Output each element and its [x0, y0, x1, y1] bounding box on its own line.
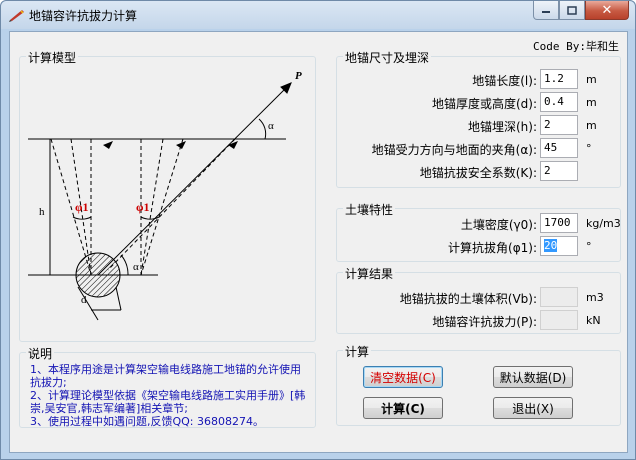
default-data-button[interactable]: 默认数据(D) — [493, 366, 573, 388]
thickness-label: 地锚厚度或高度(d): — [431, 97, 537, 111]
depth-unit: m — [586, 119, 597, 132]
author-label: Code By:毕和生 — [533, 40, 619, 53]
minimize-button[interactable] — [533, 1, 559, 20]
depth-row: 地锚埋深(h): 2 m — [337, 115, 622, 135]
soil-volume-row: 地锚抗拔的土壤体积(Vb): m3 — [337, 287, 622, 307]
allowable-force-row: 地锚容许抗拔力(P): kN — [337, 310, 622, 330]
soil-mark-3 — [228, 141, 238, 149]
anchor-diagram: P α h φ1 φ1 α d — [28, 70, 302, 321]
uplift-angle-input[interactable]: 20 — [540, 236, 578, 256]
notes-text: 1、本程序用途是计算架空输电线路施工地锚的允许使用抗拔力; 2、计算理论模型依据… — [30, 363, 310, 428]
pen-icon — [9, 10, 24, 22]
soil-mark-2 — [176, 141, 186, 149]
alpha-top-label: α — [268, 120, 274, 132]
exit-button[interactable]: 退出(X) — [493, 397, 573, 419]
title-bar[interactable]: 地锚容许抗拔力计算 ✕ — [1, 1, 635, 29]
angle-label: 地锚受力方向与地面的夹角(α): — [371, 143, 537, 157]
thickness-unit: m — [586, 96, 597, 109]
note-line-1: 1、本程序用途是计算架空输电线路施工地锚的允许使用抗拔力; — [30, 363, 301, 389]
depth-input[interactable]: 2 — [540, 115, 578, 135]
density-input[interactable]: 1700 — [540, 213, 578, 233]
depth-label: 地锚埋深(h): — [467, 120, 537, 134]
notes-group: 说明 1、本程序用途是计算架空输电线路施工地锚的允许使用抗拔力; 2、计算理论模… — [19, 345, 316, 428]
length-row: 地锚长度(l): 1.2 m — [337, 69, 622, 89]
soil-group: 土壤特性 土壤密度(γ0): 1700 kg/m3 计算抗拔角(φ1): 20 … — [336, 201, 622, 262]
window-controls: ✕ — [533, 1, 629, 21]
window-title: 地锚容许抗拔力计算 — [29, 9, 138, 23]
phi-left-label: φ1 — [75, 200, 89, 214]
notes-group-title: 说明 — [26, 345, 55, 362]
allowable-force-output — [540, 310, 578, 330]
alpha-bottom-label: α — [133, 261, 139, 273]
safety-factor-label: 地锚抗拔安全系数(K): — [419, 166, 537, 180]
calc-group-title: 计算 — [343, 343, 372, 360]
soil-volume-label: 地锚抗拔的土壤体积(Vb): — [399, 292, 537, 306]
d-label: d — [81, 294, 87, 306]
dimensions-group: 地锚尺寸及埋深 地锚长度(l): 1.2 m 地锚厚度或高度(d): 0.4 m… — [336, 49, 622, 188]
calc-group: 计算 清空数据(C) 默认数据(D) 计算(C) 退出(X) — [336, 343, 621, 426]
angle-unit: ° — [586, 142, 592, 155]
h-label: h — [39, 206, 45, 218]
thickness-row: 地锚厚度或高度(d): 0.4 m — [337, 92, 622, 112]
length-input[interactable]: 1.2 — [540, 69, 578, 89]
density-label: 土壤密度(γ0): — [460, 218, 537, 232]
force-label: P — [295, 70, 302, 82]
results-group: 计算结果 地锚抗拔的土壤体积(Vb): m3 地锚容许抗拔力(P): kN — [336, 265, 622, 334]
dimensions-group-title: 地锚尺寸及埋深 — [343, 49, 432, 66]
maximize-icon — [567, 5, 577, 15]
model-group-title: 计算模型 — [26, 49, 79, 66]
allowable-force-label: 地锚容许抗拔力(P): — [432, 315, 537, 329]
density-row: 土壤密度(γ0): 1700 kg/m3 — [337, 213, 622, 233]
safety-factor-row: 地锚抗拔安全系数(K): 2 — [337, 161, 622, 181]
phi-arc-left — [72, 216, 92, 220]
alpha-arc-bottom — [120, 254, 129, 276]
angle-row: 地锚受力方向与地面的夹角(α): 45 ° — [337, 138, 622, 158]
client-area: Code By:毕和生 计算模型 P α h φ1 φ1 α d 地锚尺寸及埋深… — [9, 31, 628, 453]
soil-volume-unit: m3 — [586, 291, 604, 304]
density-unit: kg/m3 — [586, 217, 621, 230]
uplift-angle-label: 计算抗拔角(φ1): — [448, 241, 537, 255]
anchor-circle — [75, 252, 121, 298]
uplift-angle-unit: ° — [586, 240, 592, 253]
maximize-button[interactable] — [559, 1, 585, 20]
allowable-force-unit: kN — [586, 314, 601, 327]
minimize-icon — [542, 11, 550, 13]
soil-mark-1 — [103, 141, 113, 149]
alpha-arc-top — [258, 118, 267, 140]
clear-data-button[interactable]: 清空数据(C) — [363, 366, 443, 388]
uplift-angle-value: 20 — [544, 239, 558, 252]
close-button[interactable]: ✕ — [585, 1, 629, 20]
phi-right-label: φ1 — [136, 200, 150, 214]
angle-input[interactable]: 45 — [540, 138, 578, 158]
slope-far-right — [107, 138, 236, 271]
close-icon: ✕ — [601, 2, 613, 18]
length-unit: m — [586, 73, 597, 86]
calculate-button[interactable]: 计算(C) — [363, 397, 443, 419]
length-label: 地锚长度(l): — [472, 74, 537, 88]
note-line-3: 3、使用过程中如遇问题,反馈QQ: 36808274。 — [30, 415, 265, 428]
soil-volume-output — [540, 287, 578, 307]
thickness-input[interactable]: 0.4 — [540, 92, 578, 112]
d-dim-b — [115, 286, 122, 311]
results-group-title: 计算结果 — [343, 265, 396, 282]
uplift-angle-row: 计算抗拔角(φ1): 20 ° — [337, 236, 622, 256]
app-window: 地锚容许抗拔力计算 ✕ Code By:毕和生 计算模型 P α h φ1 φ1… — [0, 0, 636, 460]
note-line-2: 2、计算理论模型依据《架空输电线路施工实用手册》[韩崇,吴安官,韩志军编著]相关… — [30, 389, 306, 415]
safety-factor-input[interactable]: 2 — [540, 161, 578, 181]
force-line — [97, 82, 292, 276]
model-group: 计算模型 P α h φ1 φ1 α d — [19, 49, 316, 342]
